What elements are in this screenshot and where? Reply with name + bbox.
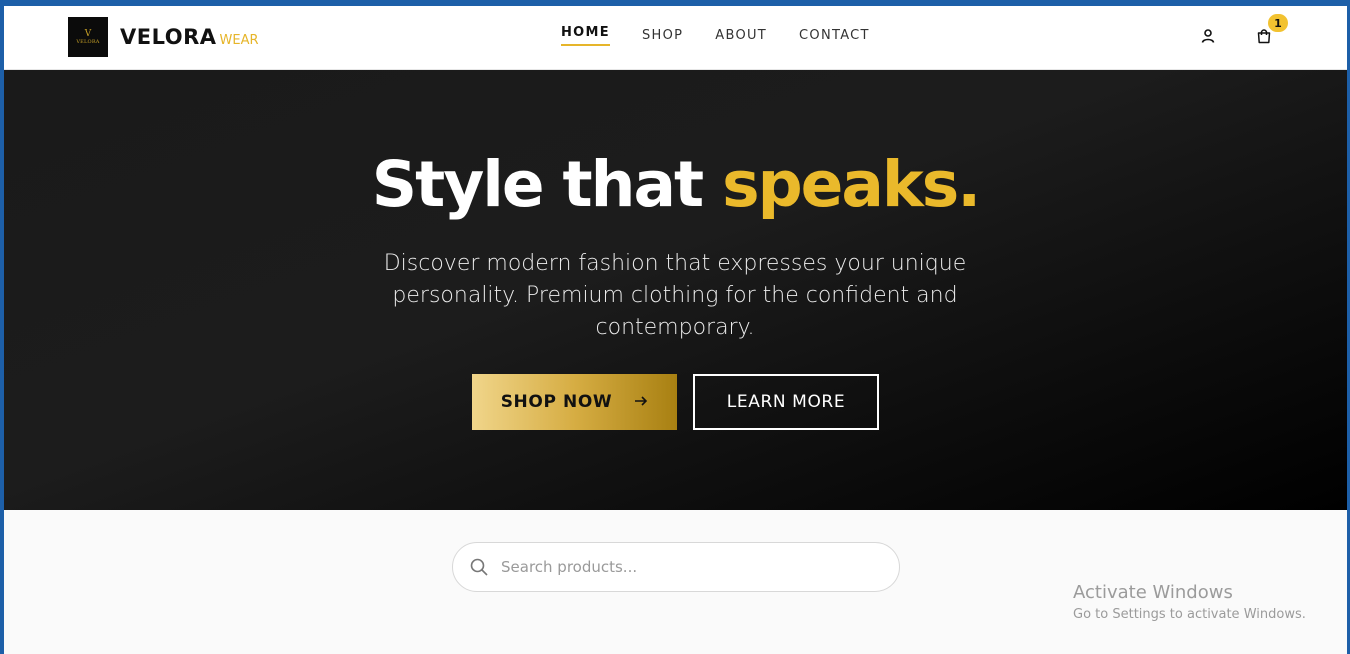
nav-item-contact[interactable]: CONTACT [799,28,870,49]
hero-title-plain: Style that [371,148,723,221]
learn-more-button[interactable]: LEARN MORE [693,374,879,430]
brand-sub-text: WEAR [219,33,259,48]
nav-item-shop[interactable]: SHOP [642,28,683,49]
watermark-title: Activate Windows [1073,582,1233,603]
watermark-subtitle: Go to Settings to activate Windows. [1073,607,1306,622]
nav-item-home[interactable]: HOME [561,25,610,46]
hero-subtitle: Discover modern fashion that expresses y… [383,251,967,340]
user-icon[interactable] [1200,28,1216,48]
search-bar [452,542,900,592]
main-nav: HOME SHOP ABOUT CONTACT [561,25,902,49]
logo-mini-text: VELORA [76,38,100,45]
cart-count-badge: 1 [1268,14,1288,32]
activation-watermark: Activate Windows Go to Settings to activ… [1073,582,1306,622]
browser-viewport: V VELORA VELORA WEAR HOME SHOP ABOUT CONT… [4,6,1347,654]
hero-title: Style that speaks. [4,148,1347,221]
logo-mark: V [84,28,92,39]
brand-logo[interactable]: V VELORA [68,17,108,57]
hero-section: Style that speaks. Discover modern fashi… [4,70,1347,510]
brand-name[interactable]: VELORA WEAR [120,25,259,49]
search-icon [469,557,489,577]
shopping-bag-icon[interactable] [1256,28,1272,48]
brand-main-text: VELORA [120,25,217,49]
nav-item-about[interactable]: ABOUT [715,28,767,49]
hero-title-accent: speaks. [722,148,981,221]
arrow-right-icon [634,393,648,411]
shop-now-button[interactable]: SHOP NOW [472,374,677,430]
shop-now-label: SHOP NOW [500,392,613,412]
site-header: V VELORA VELORA WEAR HOME SHOP ABOUT CONT… [4,6,1347,70]
search-input[interactable] [501,558,881,576]
